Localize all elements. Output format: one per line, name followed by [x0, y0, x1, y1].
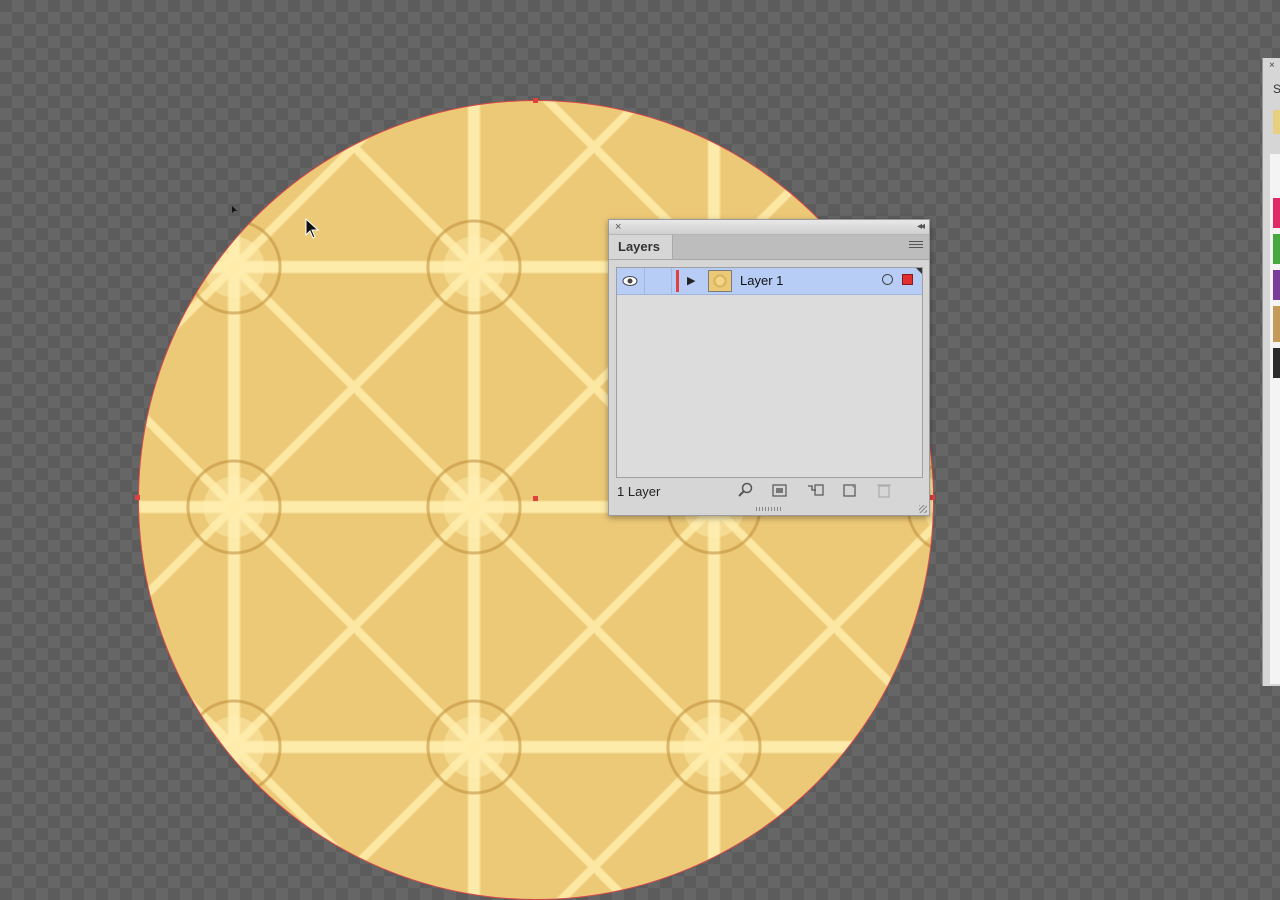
clipping-mask-icon[interactable]	[771, 482, 789, 498]
swatches-panel-edge: × S	[1262, 58, 1280, 686]
layer-thumbnail	[708, 270, 732, 292]
layers-panel: × ◂◂ Layers ▶ Layer 1 1 Layer	[608, 219, 930, 516]
resize-corner-icon[interactable]	[919, 505, 927, 513]
layers-list: ▶ Layer 1	[616, 267, 923, 478]
layer-row[interactable]: ▶ Layer 1	[617, 268, 922, 295]
panel-titlebar[interactable]: × ◂◂	[609, 220, 929, 235]
layer-count: 1 Layer	[617, 484, 661, 499]
swatch[interactable]	[1273, 306, 1280, 342]
trash-icon	[877, 484, 891, 498]
tab-layers[interactable]: Layers	[609, 235, 673, 259]
swatch[interactable]	[1273, 110, 1280, 134]
panel-resize-grip[interactable]	[756, 507, 782, 511]
layer-color-bar	[676, 270, 679, 292]
selection-square-icon[interactable]	[902, 274, 913, 285]
locate-object-icon[interactable]	[737, 482, 755, 498]
column-divider	[644, 268, 645, 294]
anchor-point-left[interactable]	[135, 495, 140, 500]
swatch[interactable]	[1273, 198, 1280, 228]
new-layer-icon[interactable]	[841, 482, 859, 498]
anchor-point-top[interactable]	[533, 98, 538, 103]
collapse-icon[interactable]: ◂◂	[917, 220, 925, 234]
swatch[interactable]	[1273, 348, 1280, 378]
arrow-cursor-icon	[305, 218, 320, 239]
target-circle-icon[interactable]	[882, 274, 893, 285]
swatch[interactable]	[1273, 234, 1280, 264]
close-icon[interactable]: ×	[1269, 60, 1275, 71]
layer-name[interactable]: Layer 1	[740, 268, 783, 294]
new-sublayer-icon[interactable]	[806, 482, 824, 498]
anchor-point-center	[533, 496, 538, 501]
small-cursor-icon	[232, 206, 237, 213]
panel-tab-bar: Layers	[609, 235, 929, 260]
column-divider	[671, 268, 672, 294]
swatches-tab-partial[interactable]: S	[1273, 82, 1280, 96]
anchor-point-right[interactable]	[930, 495, 935, 500]
close-icon[interactable]: ×	[615, 220, 621, 234]
swatch[interactable]	[1273, 270, 1280, 300]
panel-footer: 1 Layer	[609, 478, 929, 515]
triangle-right-icon[interactable]: ▶	[687, 274, 695, 288]
selection-corner-indicator	[916, 268, 922, 274]
panel-menu-icon[interactable]	[909, 241, 923, 253]
eye-icon[interactable]	[622, 274, 638, 288]
